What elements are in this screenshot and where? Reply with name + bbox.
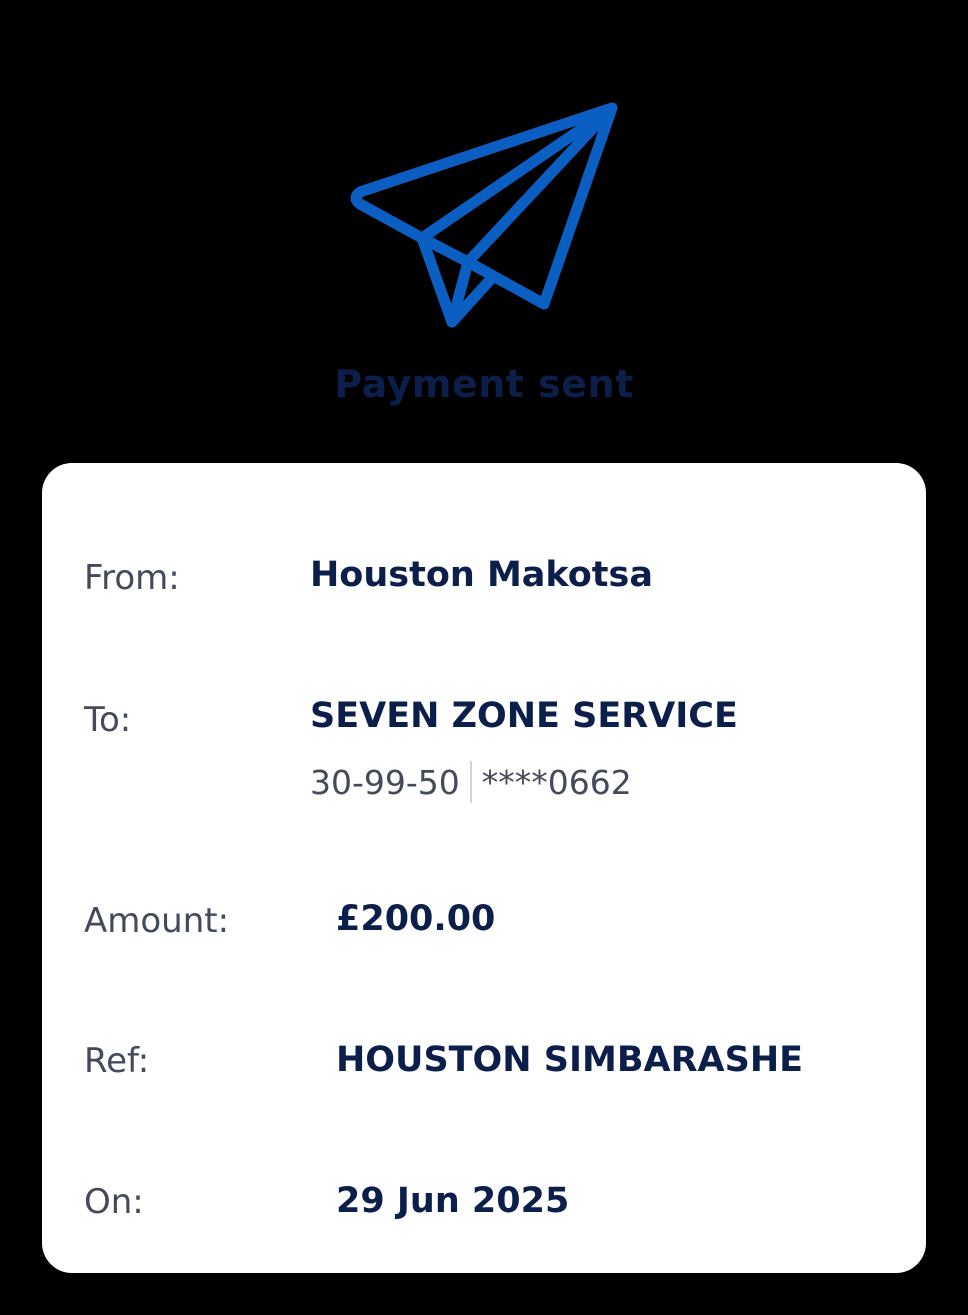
page-title: Payment sent	[334, 362, 634, 406]
amount-label: Amount:	[84, 901, 230, 941]
paper-plane-icon	[340, 92, 630, 342]
from-label: From:	[84, 558, 180, 598]
account-details: 30-99-50 ****0662	[310, 761, 632, 803]
ref-value: HOUSTON SIMBARASHE	[336, 1040, 804, 1080]
date-label: On:	[84, 1182, 144, 1222]
divider	[469, 761, 472, 803]
amount-value: £200.00	[336, 899, 496, 939]
account-number: ****0662	[481, 762, 632, 802]
payment-details-card: From: Houston Makotsa To: SEVEN ZONE SER…	[42, 463, 926, 1273]
to-value: SEVEN ZONE SERVICE	[310, 696, 738, 736]
sort-code: 30-99-50	[310, 762, 460, 802]
ref-label: Ref:	[84, 1041, 150, 1081]
payment-confirmation-screen: Payment sent From: Houston Makotsa To: S…	[0, 0, 968, 1315]
to-label: To:	[84, 700, 132, 740]
from-value: Houston Makotsa	[310, 555, 653, 595]
date-value: 29 Jun 2025	[336, 1181, 570, 1221]
